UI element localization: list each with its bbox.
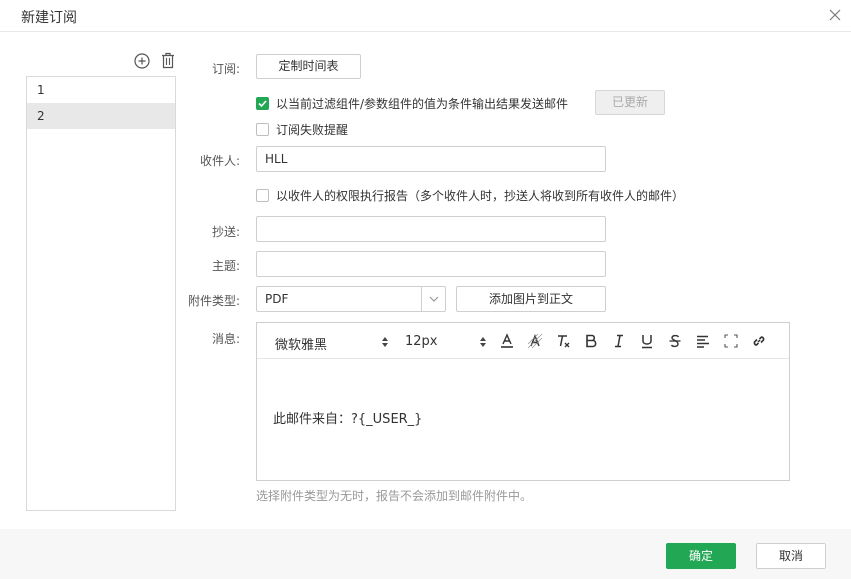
subject-input[interactable]	[256, 251, 606, 277]
subscription-item-label: 1	[37, 83, 45, 97]
font-family-updown-icon[interactable]	[381, 336, 389, 348]
cc-label: 抄送:	[211, 225, 240, 239]
font-size-updown-icon[interactable]	[479, 336, 487, 348]
subscription-item-1[interactable]: 1	[27, 77, 175, 103]
italic-icon[interactable]	[611, 333, 627, 349]
trash-icon[interactable]	[161, 52, 175, 69]
align-left-icon[interactable]	[695, 333, 711, 349]
cancel-button[interactable]: 取消	[756, 543, 826, 569]
attachment-type-value: PDF	[265, 292, 289, 306]
editor-content[interactable]: 此邮件来自：?{_USER_}	[273, 408, 422, 427]
filter-condition-checkbox[interactable]	[256, 97, 269, 110]
recipient-permission-checkbox[interactable]	[256, 189, 269, 202]
strikethrough-icon[interactable]	[667, 333, 683, 349]
dialog-title: 新建订阅	[21, 10, 77, 26]
bold-icon[interactable]	[583, 333, 599, 349]
recipient-permission-label: 以收件人的权限执行报告（多个收件人时，抄送人将收到所有收件人的邮件）	[276, 189, 685, 203]
font-size-select[interactable]: 12px	[405, 334, 438, 349]
dialog-title-bar: 新建订阅	[0, 0, 851, 32]
subscribe-label: 订阅:	[211, 62, 240, 76]
filter-condition-label: 以当前过滤组件/参数组件的值为条件输出结果发送邮件	[276, 97, 569, 111]
subscription-item-2[interactable]: 2	[27, 103, 175, 129]
underline-icon[interactable]	[639, 333, 655, 349]
schedule-button[interactable]: 定制时间表	[256, 54, 361, 79]
recipient-input[interactable]: HLL	[256, 146, 606, 172]
cc-input[interactable]	[256, 216, 606, 242]
recipient-label: 收件人:	[199, 154, 240, 168]
fail-alert-label: 订阅失败提醒	[276, 123, 349, 137]
subscription-list: 1 2	[26, 76, 176, 511]
font-color-icon[interactable]	[499, 333, 515, 349]
font-family-select[interactable]: 微软雅黑	[275, 334, 327, 353]
subscription-item-label: 2	[37, 109, 45, 123]
background-color-icon[interactable]	[527, 333, 543, 349]
recipient-permission-checkbox-row[interactable]: 以收件人的权限执行报告（多个收件人时，抄送人将收到所有收件人的邮件）	[256, 187, 684, 204]
message-editor: 微软雅黑 12px 此邮件来自：?{_USER_}	[256, 322, 790, 481]
dialog-footer: 确定 取消	[0, 529, 851, 579]
message-label: 消息:	[211, 332, 240, 346]
chevron-down-icon[interactable]	[421, 287, 445, 311]
fullscreen-icon[interactable]	[723, 333, 739, 349]
subscription-dialog: 新建订阅 1 2 订阅: 定制时间表 以当前过滤组件/参数组件的值为条件输出结果…	[0, 0, 851, 579]
attachment-type-label: 附件类型:	[187, 294, 240, 308]
link-icon[interactable]	[751, 333, 767, 349]
updated-button[interactable]: 已更新	[595, 90, 665, 115]
add-image-button[interactable]: 添加图片到正文	[456, 286, 606, 312]
clear-format-icon[interactable]	[555, 333, 571, 349]
filter-condition-checkbox-row[interactable]: 以当前过滤组件/参数组件的值为条件输出结果发送邮件	[256, 95, 568, 112]
close-icon[interactable]	[827, 7, 843, 23]
fail-alert-checkbox[interactable]	[256, 123, 269, 136]
attachment-type-select[interactable]: PDF	[256, 286, 446, 312]
fail-alert-checkbox-row[interactable]: 订阅失败提醒	[256, 121, 348, 138]
attachment-hint: 选择附件类型为无时，报告不会添加到邮件附件中。	[256, 489, 533, 503]
subject-label: 主题:	[211, 259, 240, 273]
plus-circle-icon[interactable]	[134, 53, 150, 69]
ok-button[interactable]: 确定	[666, 543, 736, 569]
editor-toolbar: 微软雅黑 12px	[257, 323, 789, 359]
